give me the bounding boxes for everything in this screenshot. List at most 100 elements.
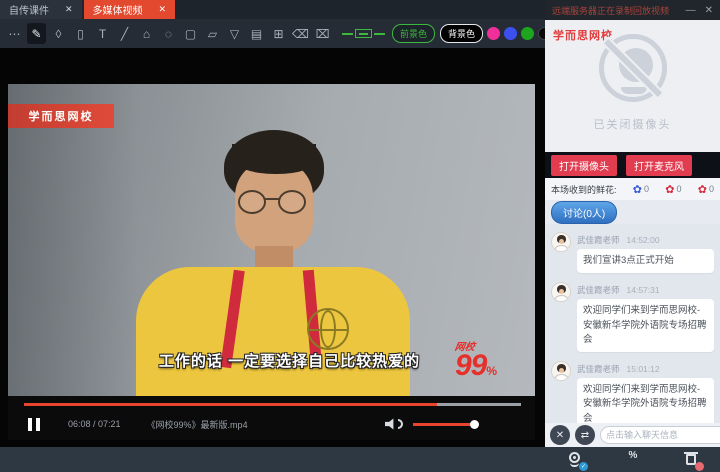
watermark-prefix: 网校 [454,338,528,353]
percent-toggle-icon[interactable]: % [624,451,642,469]
bottom-status-bar: ✓ % [0,447,720,472]
line-width-selector[interactable] [342,29,385,38]
sender-name: 武佳霞老师 [577,235,620,245]
close-icon[interactable]: ✕ [705,5,713,16]
eraser-icon[interactable]: ◊ [49,23,68,44]
flowers-bar: 本场收到的鲜花: ✿ 0 ✿ 0 ✿ 0 [545,178,720,200]
close-icon[interactable]: ✕ [159,4,167,15]
swap-view-button[interactable]: ⇄ [575,425,595,445]
chat-input-wrap [600,426,720,444]
camera-off-icon [599,34,667,102]
progress-bar[interactable] [24,403,521,406]
trash-icon[interactable]: ⌫ [291,23,310,44]
avatar [551,232,571,252]
flowers-label: 本场收到的鲜花: [551,183,617,196]
flower-icon: ✿ [698,183,707,196]
discussion-button[interactable]: 讨论(0人) [551,201,617,224]
progress-fill [24,403,437,406]
video-display[interactable]: 学而思网校 工作的话 一定要选择自己比较热爱的 网校 99% [8,84,535,396]
pen-icon[interactable]: ✎ [27,23,46,44]
line-width-medium-selected[interactable] [355,29,372,38]
line-icon[interactable]: ╱ [115,23,134,44]
remote-titlebar: 远端服务器正在录制回放视频 — ✕ [545,0,720,20]
avatar [551,282,571,302]
recording-status-text: 远端服务器正在录制回放视频 [552,4,677,17]
discussion-row: 讨论(0人) [545,200,720,224]
close-chat-button[interactable]: ✕ [550,425,570,445]
color-swatch-magenta[interactable] [487,27,500,40]
sender-name: 武佳霞老师 [577,364,620,374]
volume-slider[interactable] [413,423,475,426]
line-width-thick[interactable] [374,33,385,35]
screen-icon[interactable]: ⊞ [269,23,288,44]
open-camera-button[interactable]: 打开摄像头 [551,155,617,176]
more-icon[interactable]: ⋯ [5,23,24,44]
time-display: 06:08 / 07:21 [68,419,121,429]
pause-button[interactable] [28,418,40,431]
tab-bar: 自传课件 ✕ 多媒体视频 ✕ [0,0,545,19]
main-section: 自传课件 ✕ 多媒体视频 ✕ ⋯ ✎ ◊ ▯ T ╱ ⌂ ◌ ▢ ▱ ▽ ▤ ⊞… [0,0,545,447]
message-time: 15:01:12 [627,364,660,374]
color-swatch-black[interactable] [538,27,545,40]
trash-status-icon[interactable] [682,451,700,469]
open-mic-button[interactable]: 打开麦克风 [626,155,692,176]
background-color-button[interactable]: 背景色 [440,24,483,43]
watermark-logo: 网校 99% [455,338,527,380]
device-button-row: 打开摄像头 打开麦克风 [545,152,720,178]
tab-courseware[interactable]: 自传课件 ✕ [0,0,82,19]
tab-multimedia-video[interactable]: 多媒体视频 ✕ [84,0,176,19]
camera-status-text: 已关闭摄像头 [545,116,720,132]
chat-message: 武佳霞老师 14:52:00 我们宣讲3点正式开始 [551,232,714,273]
check-badge: ✓ [579,462,588,471]
flower-counter-blue: ✿ 0 [633,183,649,196]
parallelogram-icon[interactable]: ▱ [203,23,222,44]
minimize-icon[interactable]: — [686,5,696,16]
chat-message: 武佳霞老师 14:57:31 欢迎同学们来到学而思网校-安徽新华学院外语院专场招聘… [551,282,714,352]
text-icon[interactable]: T [93,23,112,44]
watermark-number: 99 [455,349,486,382]
color-swatch-blue[interactable] [504,27,517,40]
shirt-globe-logo [307,308,349,350]
line-width-thin[interactable] [342,33,353,35]
pentagon-icon[interactable]: ⌂ [137,23,156,44]
tab-courseware-label: 自传课件 [9,2,49,17]
flower-icon: ✿ [633,183,642,196]
clear-icon[interactable]: ⌧ [313,23,332,44]
message-time: 14:52:00 [627,235,660,245]
message-text: 欢迎同学们来到学而思网校-安徽新华学院外语院专场招聘会 [577,299,714,352]
chat-input[interactable] [606,430,720,440]
message-text: 我们宣讲3点正式开始 [577,249,714,273]
message-time: 14:57:31 [627,285,660,295]
color-swatch-green[interactable] [521,27,534,40]
presenter-shirt [136,267,410,396]
foreground-color-button[interactable]: 前景色 [392,24,435,43]
triangle-icon[interactable]: ▽ [225,23,244,44]
chat-message: 武佳霞老师 15:01:12 欢迎同学们来到学而思网校-安徽新华学院外语院专场招聘… [551,361,714,423]
side-panel: 远端服务器正在录制回放视频 — ✕ 学而思网校 已关闭摄像头 打开摄像头 打开麦… [545,0,720,447]
video-stage: 学而思网校 工作的话 一定要选择自己比较热爱的 网校 99% 06:08 / 0… [0,48,545,447]
close-icon[interactable]: ✕ [65,4,73,15]
image-icon[interactable]: ▤ [247,23,266,44]
highlighter-icon[interactable]: ▯ [71,23,90,44]
camera-panel: 学而思网校 已关闭摄像头 [545,20,720,152]
flower-counter-red-2: ✿ 0 [698,183,714,196]
video-filename: 《网校99%》最新版.mp4 [147,418,248,431]
presenter-glasses-bridge [264,198,280,200]
alert-badge [695,462,704,471]
rectangle-icon[interactable]: ▢ [181,23,200,44]
avatar [551,361,571,381]
player-controls: 06:08 / 07:21 《网校99%》最新版.mp4 [8,396,535,440]
volume-icon[interactable] [385,418,403,430]
flower-counter-red-1: ✿ 0 [665,183,681,196]
message-text: 欢迎同学们来到学而思网校-安徽新华学院外语院专场招聘会 [577,378,714,423]
sender-name: 武佳霞老师 [577,285,620,295]
app-window: 自传课件 ✕ 多媒体视频 ✕ ⋯ ✎ ◊ ▯ T ╱ ⌂ ◌ ▢ ▱ ▽ ▤ ⊞… [0,0,720,472]
chat-list[interactable]: 武佳霞老师 14:52:00 我们宣讲3点正式开始 武佳霞老师 14:57:31 欢… [545,224,720,423]
ellipse-icon[interactable]: ◌ [159,23,178,44]
presenter-fringe [232,144,316,174]
volume-knob[interactable] [470,420,479,429]
flower-icon: ✿ [665,183,674,196]
watermark-percent: % [486,364,497,378]
webcam-status-icon[interactable]: ✓ [566,451,584,469]
tab-multimedia-label: 多媒体视频 [93,2,143,17]
